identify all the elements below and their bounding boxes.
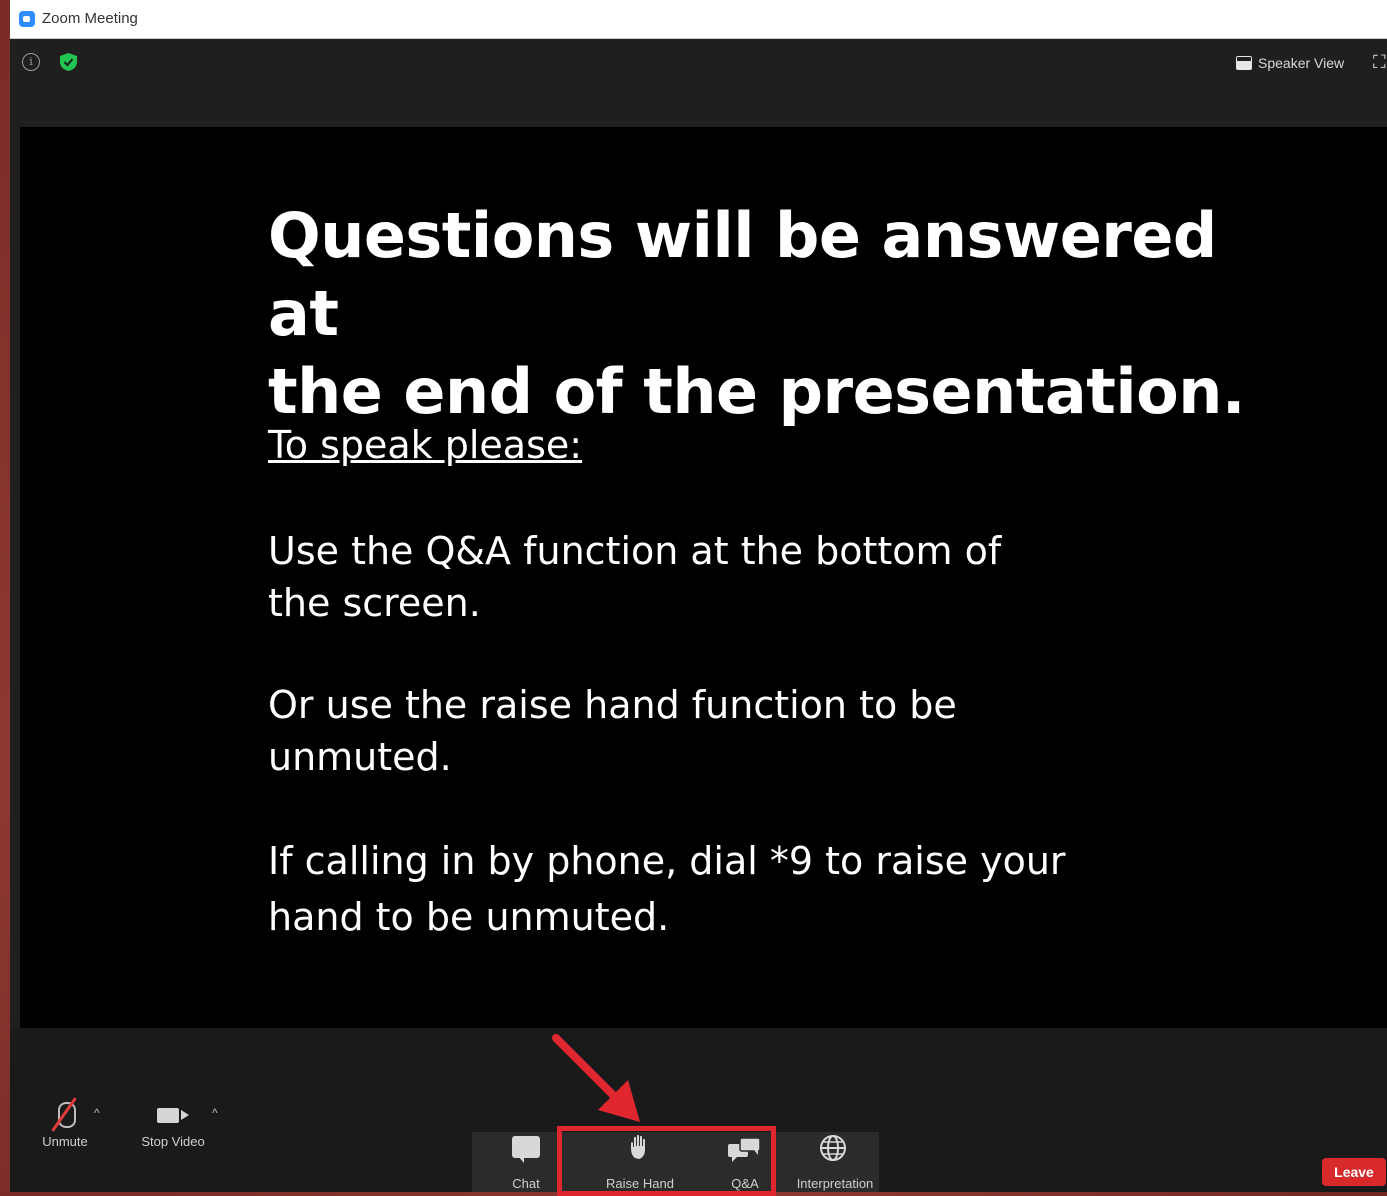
shared-screen-slide: Questions will be answered at the end of… bbox=[20, 127, 1387, 1028]
para1-line-2: the screen. bbox=[268, 581, 481, 625]
zoom-app-icon bbox=[19, 11, 35, 27]
zoom-window: Zoom Meeting i Speaker View ⛶ Questions … bbox=[10, 0, 1387, 1192]
unmute-button[interactable]: ^ Unmute bbox=[30, 1080, 100, 1149]
meeting-top-bar: i Speaker View ⛶ bbox=[10, 39, 1387, 127]
speaker-view-button[interactable]: Speaker View bbox=[1236, 51, 1344, 75]
interpretation-button[interactable]: Interpretation bbox=[790, 1132, 880, 1192]
heading-line-2: the end of the presentation. bbox=[268, 355, 1245, 428]
pointer-arrow-icon bbox=[552, 1034, 640, 1122]
chat-button[interactable]: Chat bbox=[491, 1132, 561, 1192]
heading-line-1: Questions will be answered at bbox=[268, 199, 1217, 350]
raise-hand-qa-highlight bbox=[557, 1126, 776, 1196]
slide-paragraph-raise-hand: Or use the raise hand function to be unm… bbox=[268, 679, 1148, 783]
shield-icon[interactable] bbox=[60, 53, 77, 71]
camera-icon bbox=[157, 1108, 179, 1123]
para2-line-2: unmuted. bbox=[268, 735, 452, 779]
chat-icon bbox=[512, 1136, 540, 1163]
chat-label: Chat bbox=[512, 1176, 540, 1191]
globe-icon bbox=[820, 1135, 846, 1161]
para1-line-1: Use the Q&A function at the bottom of bbox=[268, 529, 1002, 573]
unmute-options-caret-icon[interactable]: ^ bbox=[94, 1106, 100, 1120]
info-icon[interactable]: i bbox=[22, 53, 40, 71]
fullscreen-icon[interactable]: ⛶ bbox=[1373, 53, 1387, 71]
unmute-label: Unmute bbox=[42, 1134, 88, 1149]
interpretation-label: Interpretation bbox=[796, 1176, 874, 1191]
para3-line-1: If calling in by phone, dial *9 to raise… bbox=[268, 839, 1066, 883]
grid-icon bbox=[1236, 56, 1252, 70]
para3-line-2: hand to be unmuted. bbox=[268, 895, 670, 939]
title-bar: Zoom Meeting bbox=[10, 0, 1387, 39]
slide-paragraph-phone: If calling in by phone, dial *9 to raise… bbox=[268, 833, 1148, 945]
leave-button[interactable]: Leave bbox=[1322, 1158, 1386, 1186]
video-options-caret-icon[interactable]: ^ bbox=[212, 1106, 218, 1120]
slide-subheading: To speak please: bbox=[268, 423, 583, 467]
slide-paragraph-qa: Use the Q&A function at the bottom of th… bbox=[268, 525, 1148, 629]
window-title: Zoom Meeting bbox=[42, 10, 138, 27]
slide-heading: Questions will be answered at the end of… bbox=[268, 197, 1248, 431]
stop-video-label: Stop Video bbox=[141, 1134, 205, 1149]
stop-video-button[interactable]: ^ Stop Video bbox=[128, 1080, 218, 1149]
speaker-view-label: Speaker View bbox=[1258, 55, 1345, 71]
para2-line-1: Or use the raise hand function to be bbox=[268, 683, 957, 727]
